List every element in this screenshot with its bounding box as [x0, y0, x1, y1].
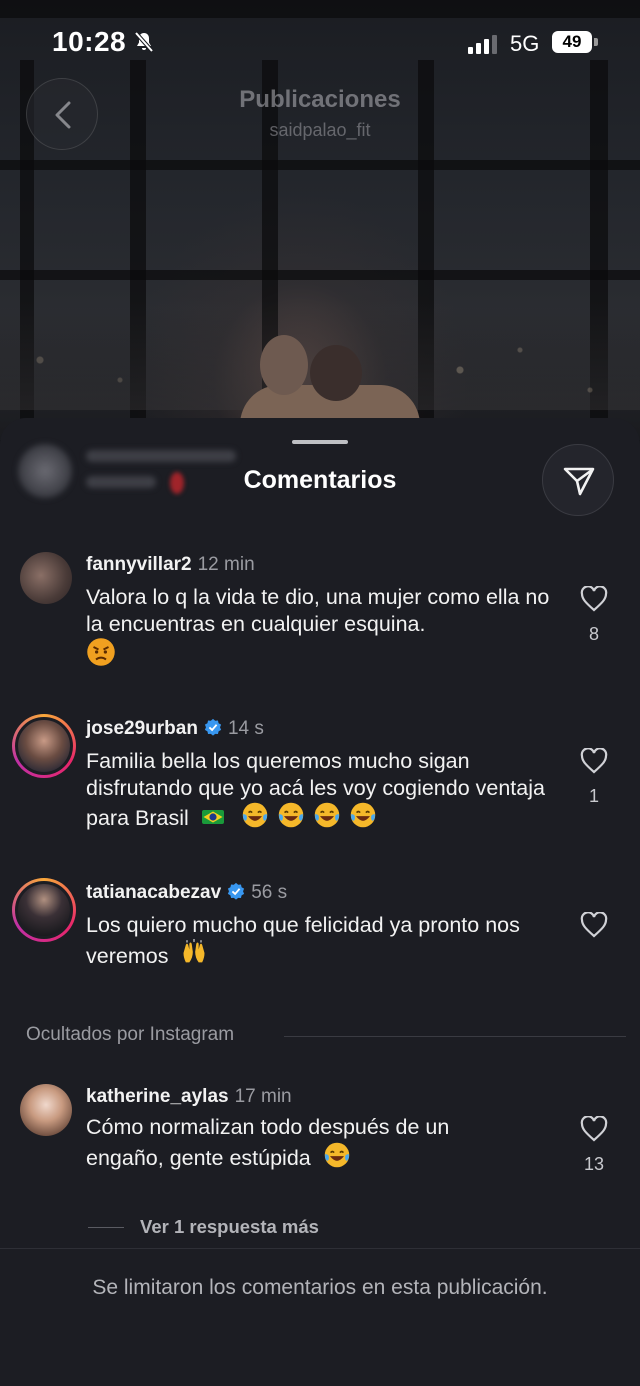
page-subtitle: saidpalao_fit — [269, 120, 371, 140]
replies-line — [88, 1227, 124, 1228]
like-heart-icon[interactable] — [580, 1116, 608, 1142]
comment-author[interactable]: fannyvillar2 12 min — [86, 554, 255, 576]
avatar[interactable] — [20, 1084, 72, 1136]
comments-limited-notice: Se limitaron los comentarios en esta pub… — [92, 1276, 548, 1299]
bell-off-icon — [134, 31, 154, 53]
tears-of-joy-icon — [242, 802, 267, 828]
comment-time: 17 min — [234, 1086, 292, 1107]
comment-text: Los quiero mucho que felicidad ya pronto… — [86, 912, 556, 969]
sheet-grabber[interactable] — [292, 440, 348, 444]
comment-author[interactable]: katherine_aylas 17 min — [86, 1086, 292, 1108]
signal-icon — [468, 35, 497, 54]
comment-item[interactable]: fannyvillar2 12 min Valora lo q la vida t… — [0, 550, 640, 670]
hidden-comments-label[interactable]: Ocultados por Instagram — [26, 1024, 234, 1046]
comment-body: Valora lo q la vida te dio, una mujer co… — [86, 585, 550, 636]
avatar-story-ring[interactable] — [12, 878, 76, 942]
page-title: Publicaciones — [239, 86, 401, 113]
comment-author[interactable]: tatianacabezav 56 s — [86, 882, 287, 904]
like-heart-icon[interactable] — [580, 586, 608, 612]
username[interactable]: jose29urban — [86, 718, 198, 739]
view-replies-button[interactable]: Ver 1 respuesta más — [88, 1216, 388, 1240]
comment-body: Los quiero mucho que felicidad ya pronto… — [86, 913, 520, 968]
tears-of-joy-icon — [324, 1142, 349, 1167]
tears-of-joy-icon — [350, 802, 375, 828]
battery-tip — [594, 38, 598, 46]
comment-item[interactable]: katherine_aylas 17 min Cómo normalizan to… — [0, 1082, 640, 1192]
avatar-story-ring[interactable] — [12, 714, 76, 778]
send-icon — [563, 467, 595, 496]
battery-icon: 49 — [552, 31, 592, 53]
comment-item[interactable]: tatianacabezav 56 s Los quiero mucho que … — [0, 878, 640, 978]
comment-item[interactable]: jose29urban 14 s Familia bella los querem… — [0, 714, 640, 844]
brazil-flag-icon — [201, 810, 224, 824]
comment-time: 14 s — [227, 718, 264, 739]
photo-subjects — [230, 325, 430, 435]
status-bar: 10:28 5G 49 — [0, 0, 640, 80]
comment-body: Cómo normalizan todo después de un engañ… — [86, 1115, 450, 1170]
comment-time: 56 s — [251, 882, 288, 903]
like-heart-icon[interactable] — [580, 748, 608, 774]
view-replies-label[interactable]: Ver 1 respuesta más — [140, 1216, 319, 1238]
status-time: 10:28 — [52, 26, 127, 57]
comment-author[interactable]: jose29urban 14 s — [86, 718, 264, 740]
divider-line — [284, 1036, 626, 1037]
like-count: 13 — [583, 1154, 605, 1174]
tears-of-joy-icon — [278, 802, 303, 828]
like-heart-icon[interactable] — [580, 912, 608, 938]
comment-text: Cómo normalizan todo después de un engañ… — [86, 1114, 506, 1171]
comment-text: Familia bella los queremos mucho sigan d… — [86, 748, 556, 832]
verified-badge-icon — [204, 718, 222, 736]
share-button[interactable] — [542, 444, 614, 516]
verified-badge-icon — [228, 882, 245, 900]
angry-face-icon — [87, 638, 115, 666]
raising-hands-icon — [183, 938, 205, 962]
tears-of-joy-icon — [314, 802, 339, 828]
footer-divider — [0, 1248, 640, 1249]
username[interactable]: katherine_aylas — [86, 1086, 229, 1107]
username[interactable]: tatianacabezav — [86, 882, 221, 903]
avatar[interactable] — [20, 552, 72, 604]
comment-time: 12 min — [197, 554, 255, 575]
like-count: 1 — [588, 786, 599, 806]
username[interactable]: fannyvillar2 — [86, 554, 192, 575]
hidden-comments-divider[interactable]: Ocultados por Instagram — [26, 1024, 626, 1048]
comment-text: Valora lo q la vida te dio, una mujer co… — [86, 584, 556, 670]
network-type: 5G — [510, 31, 540, 56]
like-count: 8 — [588, 624, 599, 644]
